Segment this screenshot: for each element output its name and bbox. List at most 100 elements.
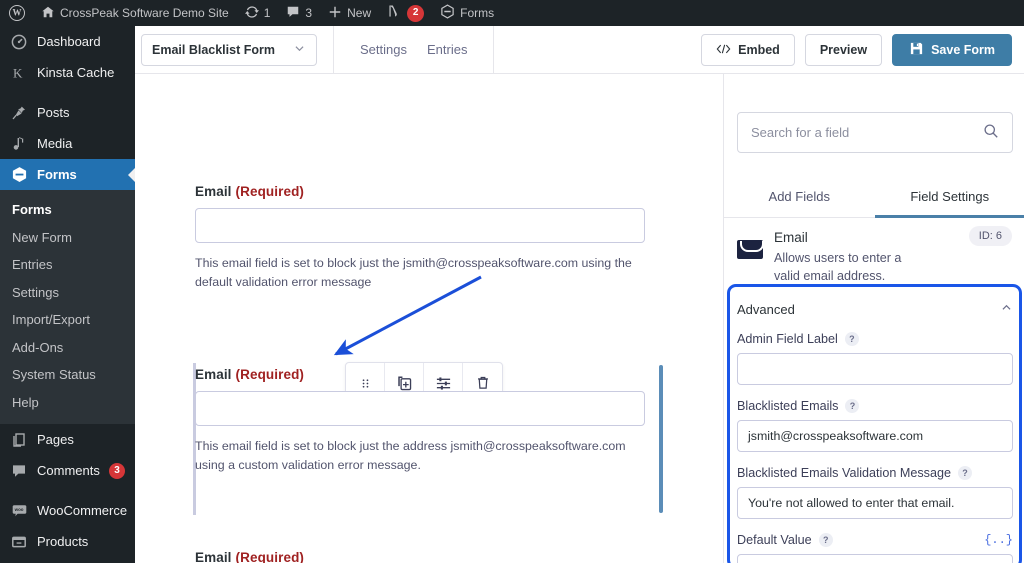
comments-button[interactable]: 3 — [278, 0, 320, 26]
gravity-forms-button[interactable]: Forms — [432, 0, 502, 26]
sidebar-label: Forms — [37, 167, 77, 182]
help-icon[interactable]: ? — [818, 533, 833, 547]
new-content-button[interactable]: New — [320, 0, 379, 26]
sidebar-label: Posts — [37, 105, 70, 120]
sidebar-label: WooCommerce — [37, 503, 128, 519]
sidebar-label: Pages — [37, 432, 74, 448]
field-label-text: Email — [195, 367, 232, 382]
help-icon[interactable]: ? — [957, 466, 972, 480]
envelope-icon — [737, 240, 764, 259]
advanced-accordion-label: Advanced — [737, 301, 795, 317]
sidebar-item-products[interactable]: Products — [0, 526, 135, 557]
sidebar-item-media[interactable]: Media — [0, 128, 135, 159]
sidebar-item-settings[interactable]: Settings — [0, 279, 135, 307]
email-input[interactable] — [195, 391, 645, 426]
tab-entries[interactable]: Entries — [417, 26, 477, 74]
editor-toolbar: Email Blacklist Form Settings Entries Em… — [135, 25, 1024, 74]
embed-button[interactable]: Embed — [701, 34, 795, 66]
setting-label: Blacklisted Emails Validation Message ? — [737, 466, 1013, 480]
toolbar-divider — [493, 25, 495, 74]
wordpress-logo-button[interactable] — [0, 0, 33, 26]
sidebar-item-comments[interactable]: Comments 3 — [0, 455, 135, 486]
sidebar-item-pages[interactable]: Pages — [0, 424, 135, 455]
sidebar-label: Kinsta Cache — [37, 65, 115, 80]
input-value: You're not allowed to enter that email. — [748, 496, 955, 510]
sidebar-item-entries[interactable]: Entries — [0, 251, 135, 279]
email-input[interactable] — [195, 208, 645, 243]
sidebar-label: Products — [37, 534, 89, 550]
tab-field-settings[interactable]: Field Settings — [874, 177, 1024, 218]
sidebar-item-forms-list[interactable]: Forms — [0, 196, 135, 224]
sidebar-item-system-status[interactable]: System Status — [0, 361, 135, 389]
setting-admin-field-label: Admin Field Label ? — [737, 332, 1013, 385]
plus-icon — [328, 5, 342, 22]
setting-blacklisted-emails: Blacklisted Emails ? jsmith@crosspeaksof… — [737, 399, 1013, 452]
dashboard-icon — [10, 33, 28, 51]
form-canvas: Email (Required) This email field is set … — [135, 74, 723, 563]
validation-message-input[interactable]: You're not allowed to enter that email. — [737, 487, 1013, 519]
tab-settings[interactable]: Settings — [350, 26, 417, 74]
sidebar-item-import-export[interactable]: Import/Export — [0, 306, 135, 334]
field-search-placeholder: Search for a field — [751, 125, 850, 140]
merge-tag-icon[interactable]: {..} — [984, 533, 1013, 547]
field-type-title: Email — [774, 230, 808, 245]
setting-label: Admin Field Label ? — [737, 332, 1013, 346]
field-label-text: Email — [195, 184, 232, 199]
preview-button[interactable]: Preview — [804, 34, 883, 66]
sidebar-item-woocommerce[interactable]: woo WooCommerce — [0, 495, 135, 526]
form-field-email-3[interactable]: Email (Required) — [195, 550, 645, 563]
site-title: CrossPeak Software Demo Site — [60, 6, 229, 20]
updates-count: 1 — [263, 6, 271, 20]
forms-submenu: Forms New Form Entries Settings Import/E… — [0, 190, 135, 425]
svg-text:K: K — [13, 65, 23, 80]
field-label-text: Email — [195, 550, 232, 563]
gravity-forms-icon — [10, 166, 28, 184]
sidebar-item-kinsta-cache[interactable]: K Kinsta Cache — [0, 57, 135, 88]
sidebar-item-dashboard[interactable]: Dashboard — [0, 26, 135, 57]
sidebar-item-forms[interactable]: Forms — [0, 159, 135, 190]
products-icon — [10, 533, 28, 551]
chevron-down-icon — [293, 42, 306, 58]
help-icon[interactable]: ? — [845, 399, 860, 413]
input-value: jsmith@crosspeaksoftware.com — [748, 429, 924, 443]
admin-bar: CrossPeak Software Demo Site 1 3 New 2 F… — [0, 0, 1024, 26]
search-icon — [983, 123, 999, 142]
default-value-input[interactable]: jsmith@crosspeaksoftware.com — [737, 554, 1013, 563]
save-form-button[interactable]: Save Form — [892, 34, 1012, 66]
media-icon — [10, 135, 28, 153]
chevron-up-icon — [1000, 301, 1013, 317]
sidebar-item-new-form[interactable]: New Form — [0, 224, 135, 252]
yoast-icon — [387, 4, 402, 22]
sidebar-label: Dashboard — [37, 34, 101, 49]
site-name-button[interactable]: CrossPeak Software Demo Site — [33, 0, 237, 26]
save-label: Save Form — [931, 43, 995, 57]
updates-button[interactable]: 1 — [237, 0, 279, 26]
form-switcher-dropdown[interactable]: Email Blacklist Form — [141, 33, 317, 66]
help-icon[interactable]: ? — [844, 332, 859, 346]
field-label: Email (Required) — [195, 367, 645, 382]
sidebar-item-marketing[interactable]: Marketing — [0, 557, 135, 563]
sidebar-item-posts[interactable]: Posts — [0, 97, 135, 128]
field-search-input[interactable]: Search for a field — [737, 112, 1013, 153]
advanced-accordion-header[interactable]: Advanced — [737, 291, 1013, 327]
comments-count: 3 — [305, 6, 313, 20]
comments-count-badge: 3 — [109, 462, 125, 479]
setting-label-text: Default Value — [737, 533, 812, 547]
blacklisted-emails-input[interactable]: jsmith@crosspeaksoftware.com — [737, 420, 1013, 452]
home-icon — [41, 5, 55, 22]
admin-sidebar: Dashboard K Kinsta Cache Posts Media For… — [0, 26, 135, 563]
embed-label: Embed — [738, 43, 780, 57]
kinsta-icon: K — [10, 64, 28, 82]
form-field-email-2[interactable]: Email (Required) This email field is set … — [195, 367, 645, 475]
required-indicator: (Required) — [235, 550, 305, 563]
form-field-email-1[interactable]: Email (Required) This email field is set … — [195, 184, 645, 292]
sidebar-item-help[interactable]: Help — [0, 389, 135, 417]
field-label: Email (Required) — [195, 550, 645, 563]
sidebar-label: Media — [37, 136, 73, 151]
admin-field-label-input[interactable] — [737, 353, 1013, 385]
wordpress-logo-icon — [9, 5, 25, 21]
tab-add-fields[interactable]: Add Fields — [724, 177, 875, 217]
yoast-seo-button[interactable]: 2 — [379, 0, 432, 26]
toolbar-actions: Embed Preview Save Form — [701, 26, 1012, 74]
sidebar-item-add-ons[interactable]: Add-Ons — [0, 334, 135, 362]
